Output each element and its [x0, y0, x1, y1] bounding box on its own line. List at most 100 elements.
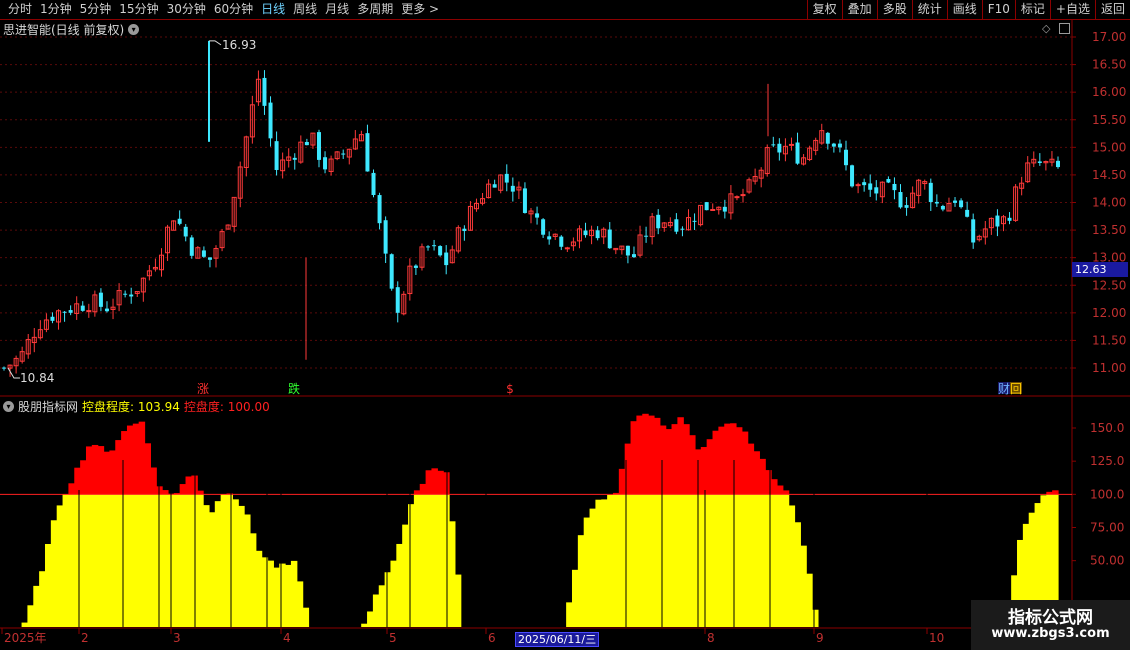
- ind-red-bar: [115, 440, 122, 495]
- ind-red-bar: [121, 431, 128, 495]
- ind-red-bar: [665, 429, 673, 495]
- ind-yellow-bar: [85, 494, 93, 627]
- ind-yellow-bar: [56, 505, 64, 627]
- candle-body: [62, 311, 67, 313]
- ind-yellow-bar: [279, 563, 286, 627]
- ind-red-bar: [437, 470, 444, 495]
- candle-body: [607, 229, 612, 249]
- chart-canvas[interactable]: 17.00 16.50 16.00 15.50 15.00 14.50 14.00 13.50…: [0, 0, 1130, 650]
- candle-body: [274, 141, 279, 170]
- ind-yellow-bar: [665, 494, 673, 627]
- ind-tick-label: 100.0: [1090, 487, 1124, 501]
- ind-yellow-bar: [115, 494, 122, 627]
- ind-red-bar: [413, 490, 421, 495]
- ind-red-bar: [782, 490, 790, 495]
- ind-red-bar: [718, 426, 725, 495]
- ind-yellow-bar: [443, 494, 450, 627]
- ind-yellow-bar: [583, 517, 591, 627]
- ind-red-bar: [671, 424, 678, 495]
- ind-yellow-bar: [226, 494, 233, 627]
- candle-body: [50, 316, 55, 321]
- candle-body: [462, 228, 467, 232]
- ind-red-bar: [618, 468, 626, 495]
- ind-yellow-bar: [437, 494, 444, 627]
- x-tick-label: 10: [929, 631, 944, 645]
- ind-red-bar: [724, 423, 731, 495]
- candle-body: [722, 206, 727, 212]
- y-tick-label: 12.50: [1092, 278, 1126, 292]
- y-tick-label: 15.50: [1092, 113, 1126, 127]
- ind-yellow-bar: [730, 494, 737, 627]
- watermark: 指标公式网 www.zbgs3.com: [971, 600, 1130, 650]
- candle-body: [631, 254, 636, 258]
- indicator-value-2: 控盘度: 100.00: [183, 400, 270, 414]
- ind-yellow-bar: [285, 564, 292, 627]
- ind-yellow-bar: [648, 494, 655, 627]
- ind-yellow-bar: [607, 494, 614, 627]
- candle-body: [825, 132, 830, 144]
- candle-body: [395, 287, 400, 313]
- ind-yellow-bar: [788, 505, 796, 627]
- chevron-down-icon[interactable]: ▾: [3, 401, 14, 412]
- ind-red-bar: [425, 470, 433, 495]
- event-marker: 跌: [288, 381, 300, 396]
- candle-body: [928, 182, 933, 203]
- watermark-url: www.zbgs3.com: [991, 626, 1110, 641]
- ind-yellow-bar: [413, 494, 421, 627]
- ind-yellow-bar: [173, 494, 181, 627]
- candle-body: [850, 165, 855, 187]
- ind-red-bar: [103, 451, 110, 495]
- ind-yellow-bar: [50, 520, 58, 627]
- event-marker: $: [506, 382, 514, 396]
- ind-red-bar: [109, 450, 116, 495]
- candle-body: [904, 205, 909, 208]
- ind-yellow-bar: [220, 494, 228, 627]
- candle-body: [644, 235, 649, 237]
- ind-yellow-bar: [185, 494, 192, 627]
- candle-body: [1037, 161, 1042, 163]
- ind-red-bar: [91, 444, 99, 495]
- ind-red-bar: [97, 446, 105, 495]
- ind-red-bar: [80, 460, 87, 495]
- ind-yellow-bar: [74, 494, 81, 627]
- candle-body: [86, 310, 92, 313]
- candle-body: [995, 215, 1000, 227]
- ind-yellow-bar: [771, 494, 778, 627]
- candle-body: [183, 226, 188, 237]
- x-tick-label: 2: [81, 631, 89, 645]
- ind-yellow-bar: [683, 494, 690, 627]
- ind-red-bar: [759, 458, 766, 495]
- watermark-title: 指标公式网: [1008, 608, 1093, 628]
- ind-yellow-bar: [91, 494, 99, 627]
- candle-body: [837, 143, 842, 148]
- ind-yellow-bar: [601, 499, 608, 627]
- candle-body: [740, 194, 746, 197]
- ind-red-bar: [132, 423, 140, 495]
- candle-body: [547, 236, 552, 240]
- ind-yellow-bar: [712, 494, 719, 627]
- candle-body: [971, 219, 976, 243]
- event-marker: 涨: [197, 381, 209, 396]
- candle-body: [426, 246, 431, 248]
- ind-yellow-bar: [179, 494, 187, 627]
- ind-yellow-bar: [267, 560, 274, 627]
- high-pointer: [209, 40, 222, 46]
- candle-body: [80, 305, 85, 311]
- ind-yellow-bar: [372, 594, 380, 627]
- ind-yellow-bar: [238, 505, 245, 627]
- ind-yellow-bar: [302, 607, 310, 627]
- ind-red-bar: [144, 443, 151, 495]
- current-price-tag: 12.63: [1072, 262, 1128, 277]
- candle-body: [371, 172, 376, 196]
- ind-yellow-bar: [150, 494, 157, 627]
- candle-body: [788, 143, 794, 146]
- ind-yellow-bar: [33, 585, 40, 627]
- ind-yellow-bar: [636, 494, 643, 627]
- ind-red-bar: [85, 446, 93, 495]
- ind-red-bar: [162, 490, 169, 495]
- ind-yellow-bar: [759, 494, 766, 627]
- ind-red-bar: [179, 484, 187, 495]
- ind-yellow-bar: [753, 494, 760, 627]
- candle-body: [886, 179, 891, 183]
- y-tick-label: 16.50: [1092, 58, 1126, 72]
